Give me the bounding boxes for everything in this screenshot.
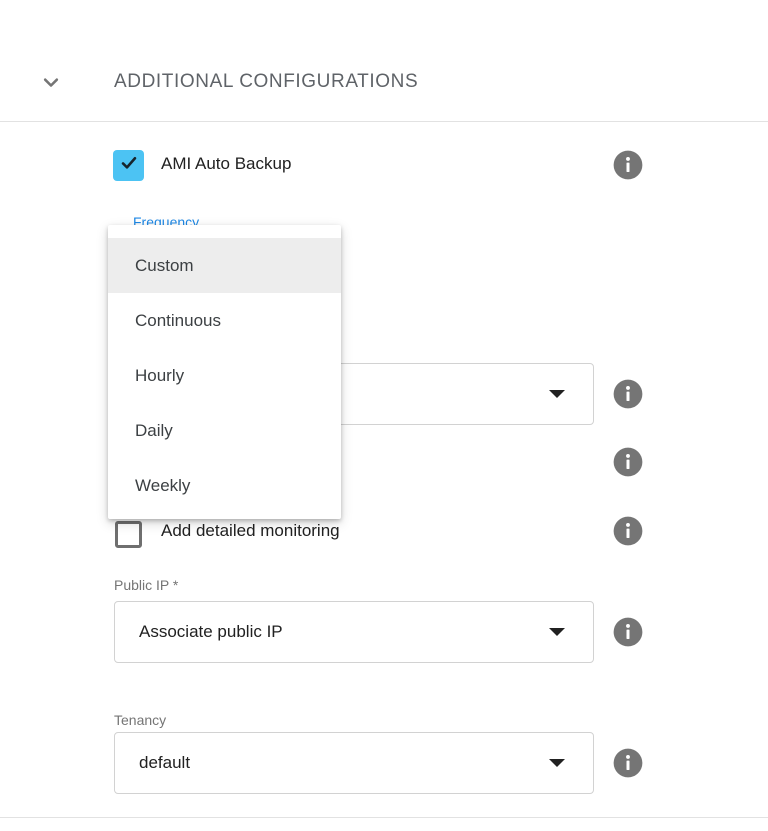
frequency-dropdown-menu: Custom Continuous Hourly Daily Weekly [108,225,341,519]
menu-item-daily[interactable]: Daily [108,403,341,458]
menu-item-hourly[interactable]: Hourly [108,348,341,403]
menu-item-weekly[interactable]: Weekly [108,458,341,513]
ami-auto-backup-checkbox[interactable] [113,150,144,181]
info-icon[interactable] [613,617,643,647]
caret-down-icon [549,759,565,767]
tenancy-value: default [139,753,190,773]
info-icon[interactable] [613,379,643,409]
public-ip-select[interactable]: Associate public IP [114,601,594,663]
divider [0,121,768,122]
add-detailed-monitoring-label: Add detailed monitoring [161,521,340,541]
info-icon[interactable] [613,447,643,477]
tenancy-label: Tenancy [114,712,166,728]
info-icon[interactable] [613,748,643,778]
public-ip-label: Public IP * [114,577,178,593]
chevron-down-icon[interactable] [37,68,65,96]
caret-down-icon [549,390,565,398]
info-icon[interactable] [613,150,643,180]
ami-auto-backup-label: AMI Auto Backup [161,154,291,174]
tenancy-select[interactable]: default [114,732,594,794]
section-title: ADDITIONAL CONFIGURATIONS [114,71,418,93]
divider [0,817,768,818]
public-ip-value: Associate public IP [139,622,283,642]
menu-item-continuous[interactable]: Continuous [108,293,341,348]
add-detailed-monitoring-checkbox[interactable] [115,521,142,548]
info-icon[interactable] [613,516,643,546]
caret-down-icon [549,628,565,636]
menu-item-custom[interactable]: Custom [108,238,341,293]
checkmark-icon [118,152,140,179]
additional-configurations-panel: ADDITIONAL CONFIGURATIONS AMI Auto Backu… [0,0,768,831]
